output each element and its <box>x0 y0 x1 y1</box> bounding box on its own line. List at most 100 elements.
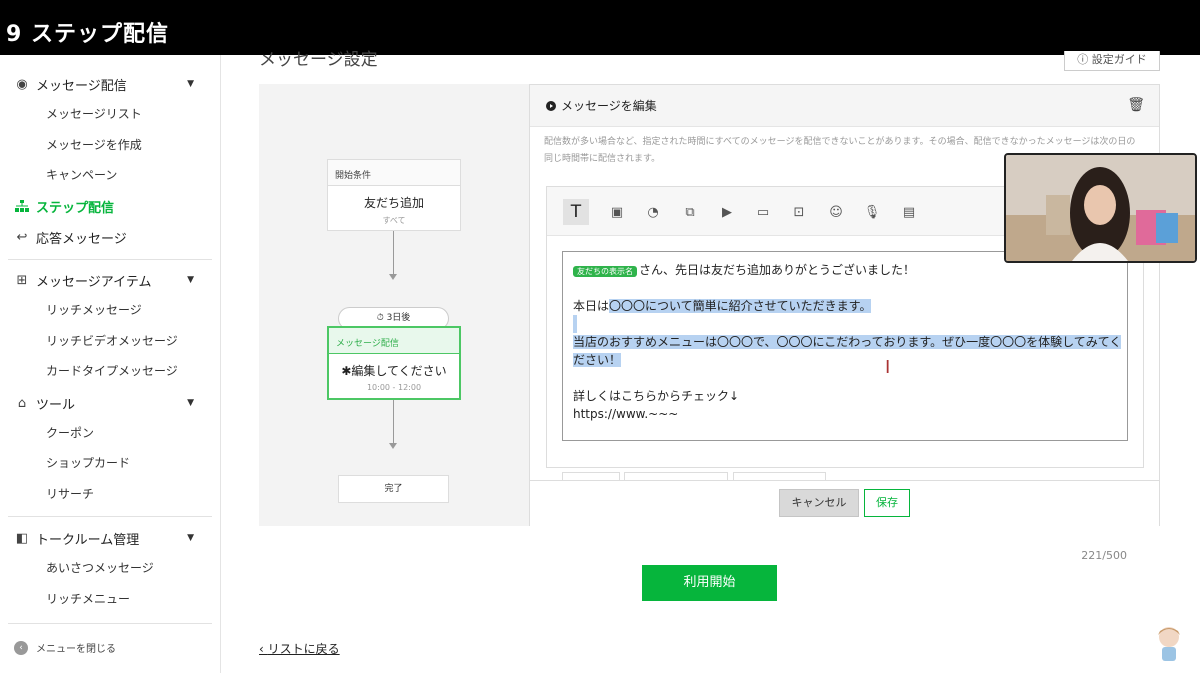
nav-label: メッセージアイテム <box>36 274 152 290</box>
nav-greeting-message[interactable]: あいさつメッセージ <box>46 559 154 577</box>
divider <box>8 259 212 260</box>
chevron-down-icon: ▼ <box>187 275 194 285</box>
microphone-icon[interactable]: 🎙 <box>859 199 885 225</box>
message-node-time: 10:00 - 12:00 <box>366 383 422 392</box>
sticker-icon[interactable]: ◔ <box>640 199 666 225</box>
nav-coupon[interactable]: クーポン <box>46 424 94 442</box>
step-tree-icon <box>14 198 30 214</box>
main-content: メッセージ設定 ⓘ 設定ガイド 開始条件 友だち追加 すべて ⏱ 3日後 メッセ… <box>221 50 1200 673</box>
text-line: さん、先日は友だち追加ありがとうございました！ <box>639 263 916 277</box>
nav-message-list[interactable]: メッセージリスト <box>46 105 142 123</box>
end-node: 完了 <box>338 475 449 503</box>
selected-text <box>573 315 577 333</box>
friend-name-tag[interactable]: 友だちの表示名 <box>573 266 637 277</box>
start-using-button[interactable]: 利用開始 <box>642 565 777 601</box>
flow-connector <box>393 231 394 275</box>
nav-card-type-message[interactable]: カードタイプメッセージ <box>46 362 178 380</box>
mascot-icon <box>1158 627 1180 661</box>
sidebar: ◉ メッセージ配信 ▼ メッセージリスト メッセージを作成 キャンペーン ステッ… <box>0 55 221 673</box>
message-item-icon: ⊞ <box>16 272 28 288</box>
message-textarea[interactable]: 友だちの表示名 さん、先日は友だち追加ありがとうございました！ 本日は〇〇〇につい… <box>562 251 1128 441</box>
chevron-left-icon: ‹ <box>259 642 268 656</box>
nav-message-items[interactable]: ⊞ メッセージアイテム ▼ <box>14 270 214 290</box>
cancel-button[interactable]: キャンセル <box>779 489 859 517</box>
editor-footer: キャンセル 保存 <box>530 480 1159 526</box>
video-title: 9 ステップ配信 <box>0 0 1200 55</box>
nav-label: メッセージ配信 <box>36 78 127 94</box>
nav-campaign[interactable]: キャンペーン <box>46 166 117 184</box>
chevron-down-icon: ▼ <box>187 533 194 543</box>
emoji-icon[interactable]: ☺ <box>823 199 849 225</box>
flow-connector <box>393 400 394 444</box>
message-node-header: メッセージ配信 <box>329 328 459 354</box>
nav-label: ステップ配信 <box>36 200 115 216</box>
presenter-webcam <box>1004 153 1197 263</box>
selected-text: ださい！ <box>573 353 622 367</box>
text-icon[interactable]: T <box>563 199 589 225</box>
start-condition-header: 開始条件 <box>328 160 460 186</box>
card-message-icon[interactable]: ▤ <box>896 199 922 225</box>
store-icon: ⌂ <box>17 395 27 411</box>
info-icon: ⓘ <box>1077 53 1092 66</box>
broadcast-icon: ◉ <box>16 76 28 92</box>
tab-peek <box>562 472 620 480</box>
nav-research[interactable]: リサーチ <box>46 485 94 503</box>
step-flow-panel: 開始条件 友だち追加 すべて ⏱ 3日後 メッセージ配信 ✱編集してください 1… <box>259 84 529 526</box>
nav-label: ツール <box>36 397 76 413</box>
nav-label: トークルーム管理 <box>36 532 140 548</box>
edit-header: メッセージを編集 <box>530 85 1159 127</box>
close-menu-label: メニューを閉じる <box>36 644 116 655</box>
delay-label: 3日後 <box>386 313 411 323</box>
char-counter: 221/500 <box>1081 549 1127 562</box>
selected-text: 〇〇〇について簡単に紹介させていただきます。 <box>609 299 872 313</box>
tab-peek <box>733 472 826 480</box>
trash-icon[interactable]: 🗑 <box>1127 97 1145 113</box>
nav-auto-reply[interactable]: ↩ 応答メッセージ <box>14 227 127 247</box>
flow-arrow <box>389 274 397 280</box>
start-condition-value: 友だち追加 <box>363 196 424 210</box>
start-condition-target: すべて <box>382 216 406 225</box>
flow-arrow <box>389 443 397 449</box>
coupon-icon[interactable]: ⧉ <box>677 199 703 225</box>
message-edit-panel: メッセージを編集 🗑 配信数が多い場合など、指定された時間にすべてのメッセージを… <box>529 84 1160 562</box>
clock-icon: ⏱ <box>376 313 387 323</box>
nav-rich-video-message[interactable]: リッチビデオメッセージ <box>46 332 178 350</box>
nav-step-delivery[interactable]: ステップ配信 <box>14 196 114 216</box>
collapse-icon[interactable] <box>546 100 556 111</box>
rich-video-icon[interactable]: ⊡ <box>786 199 812 225</box>
nav-label: 応答メッセージ <box>36 231 127 247</box>
setup-guide-label: 設定ガイド <box>1091 53 1147 66</box>
chatroom-icon: ◧ <box>15 530 29 546</box>
rich-message-icon[interactable]: ▭ <box>750 199 776 225</box>
chevron-down-icon: ▼ <box>187 79 194 89</box>
edit-title: メッセージを編集 <box>561 99 657 113</box>
nav-tools[interactable]: ⌂ ツール ▼ <box>14 393 214 413</box>
nav-rich-menu[interactable]: リッチメニュー <box>46 590 130 608</box>
video-icon[interactable]: ▶ <box>714 199 740 225</box>
close-menu-button[interactable]: ‹ メニューを閉じる <box>14 640 116 655</box>
back-to-list-link[interactable]: ‹ リストに戻る <box>259 640 340 657</box>
setup-guide-button[interactable]: ⓘ 設定ガイド <box>1064 51 1160 71</box>
nav-message-broadcast[interactable]: ◉ メッセージ配信 ▼ <box>14 74 214 94</box>
message-node-title: ✱編集してください <box>341 364 447 378</box>
selected-text: 当店のおすすめメニューは〇〇〇で、〇〇〇にこだわっております。ぜひ一度〇〇〇を体… <box>573 335 1122 349</box>
nav-chatroom-management[interactable]: ◧ トークルーム管理 ▼ <box>14 528 214 548</box>
back-to-list-label: リストに戻る <box>267 642 340 656</box>
nav-create-message[interactable]: メッセージを作成 <box>46 136 142 154</box>
save-button[interactable]: 保存 <box>864 489 910 517</box>
chevron-left-icon: ‹ <box>14 640 28 655</box>
tab-peek <box>624 472 728 480</box>
nav-rich-message[interactable]: リッチメッセージ <box>46 301 142 319</box>
nav-shop-card[interactable]: ショップカード <box>46 454 130 472</box>
text-line: 本日は <box>573 299 610 313</box>
image-icon[interactable]: ▣ <box>604 199 630 225</box>
divider <box>8 516 212 517</box>
divider <box>8 623 212 624</box>
chevron-down-icon: ▼ <box>187 398 194 408</box>
text-cursor-icon: I <box>885 357 891 378</box>
section-title: メッセージ設定 <box>259 50 378 70</box>
reply-icon: ↩ <box>16 229 28 245</box>
message-delivery-node[interactable]: メッセージ配信 ✱編集してください 10:00 - 12:00 <box>327 326 461 400</box>
start-condition-node[interactable]: 開始条件 友だち追加 すべて <box>327 159 461 231</box>
text-line: 詳しくはこちらからチェック↓ <box>573 389 740 403</box>
